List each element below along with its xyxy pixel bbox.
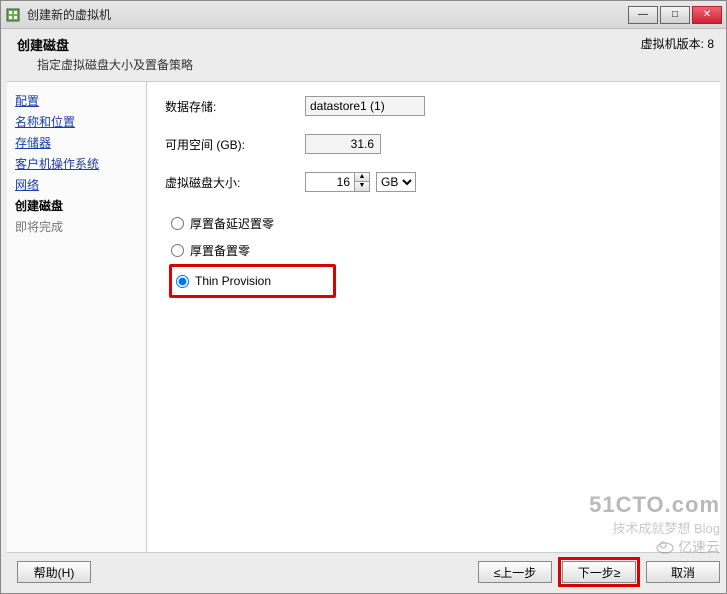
radio-thick-lazy[interactable]: 厚置备延迟置零 [169, 210, 702, 237]
wizard-steps: 配置 名称和位置 存储器 客户机操作系统 网络 创建磁盘 即将完成 [7, 82, 147, 552]
minimize-button[interactable]: — [628, 6, 658, 24]
spinner-up-icon[interactable]: ▲ [355, 173, 369, 182]
footer-bar: 帮助(H) ≤上一步 下一步≥ 取消 [7, 557, 720, 587]
highlight-box: Thin Provision [169, 264, 336, 298]
content-area: 配置 名称和位置 存储器 客户机操作系统 网络 创建磁盘 即将完成 数据存储: … [7, 81, 720, 553]
radio-thin-provision-input[interactable] [176, 275, 189, 288]
help-button[interactable]: 帮助(H) [17, 561, 91, 583]
datastore-value: datastore1 (1) [305, 96, 425, 116]
disksize-label: 虚拟磁盘大小: [165, 174, 305, 191]
window-controls: — □ ✕ [628, 6, 722, 24]
provision-radios: 厚置备延迟置零 厚置备置零 Thin Provision [169, 210, 702, 298]
window-title: 创建新的虚拟机 [27, 6, 628, 23]
disksize-unit-select[interactable]: GB [376, 172, 416, 192]
datastore-label: 数据存储: [165, 98, 305, 115]
sidebar-item-create-disk: 创建磁盘 [13, 195, 140, 216]
radio-thick-lazy-label: 厚置备延迟置零 [190, 215, 274, 232]
radio-thick-eager-input[interactable] [171, 244, 184, 257]
disksize-input[interactable] [305, 172, 355, 192]
app-icon [5, 7, 21, 23]
sidebar-item-name-location[interactable]: 名称和位置 [13, 111, 140, 132]
sidebar-item-guest-os[interactable]: 客户机操作系统 [13, 153, 140, 174]
vm-version-label: 虚拟机版本: 8 [641, 35, 714, 52]
radio-thick-eager-label: 厚置备置零 [190, 242, 250, 259]
sidebar-item-network[interactable]: 网络 [13, 174, 140, 195]
titlebar: 创建新的虚拟机 — □ ✕ [1, 1, 726, 29]
page-subtitle: 指定虚拟磁盘大小及置备策略 [17, 56, 193, 73]
back-button[interactable]: ≤上一步 [478, 561, 552, 583]
next-highlight: 下一步≥ [558, 557, 640, 587]
page-header: 创建磁盘 指定虚拟磁盘大小及置备策略 虚拟机版本: 8 [1, 29, 726, 84]
radio-thin-provision[interactable]: Thin Provision [174, 269, 273, 293]
spinner-down-icon[interactable]: ▼ [355, 182, 369, 191]
sidebar-item-storage[interactable]: 存储器 [13, 132, 140, 153]
cancel-button[interactable]: 取消 [646, 561, 720, 583]
sidebar-item-ready: 即将完成 [13, 216, 140, 237]
close-button[interactable]: ✕ [692, 6, 722, 24]
radio-thick-lazy-input[interactable] [171, 217, 184, 230]
freespace-label: 可用空间 (GB): [165, 136, 305, 153]
page-title: 创建磁盘 [17, 35, 716, 54]
disksize-spinner[interactable]: ▲ ▼ [305, 172, 370, 192]
sidebar-item-config[interactable]: 配置 [13, 90, 140, 111]
radio-thick-eager[interactable]: 厚置备置零 [169, 237, 702, 264]
next-button[interactable]: 下一步≥ [562, 561, 636, 583]
maximize-button[interactable]: □ [660, 6, 690, 24]
form-panel: 数据存储: datastore1 (1) 可用空间 (GB): 31.6 虚拟磁… [147, 82, 720, 552]
dialog-window: 创建新的虚拟机 — □ ✕ 创建磁盘 指定虚拟磁盘大小及置备策略 虚拟机版本: … [0, 0, 727, 594]
radio-thin-provision-label: Thin Provision [195, 274, 271, 288]
freespace-value: 31.6 [305, 134, 381, 154]
